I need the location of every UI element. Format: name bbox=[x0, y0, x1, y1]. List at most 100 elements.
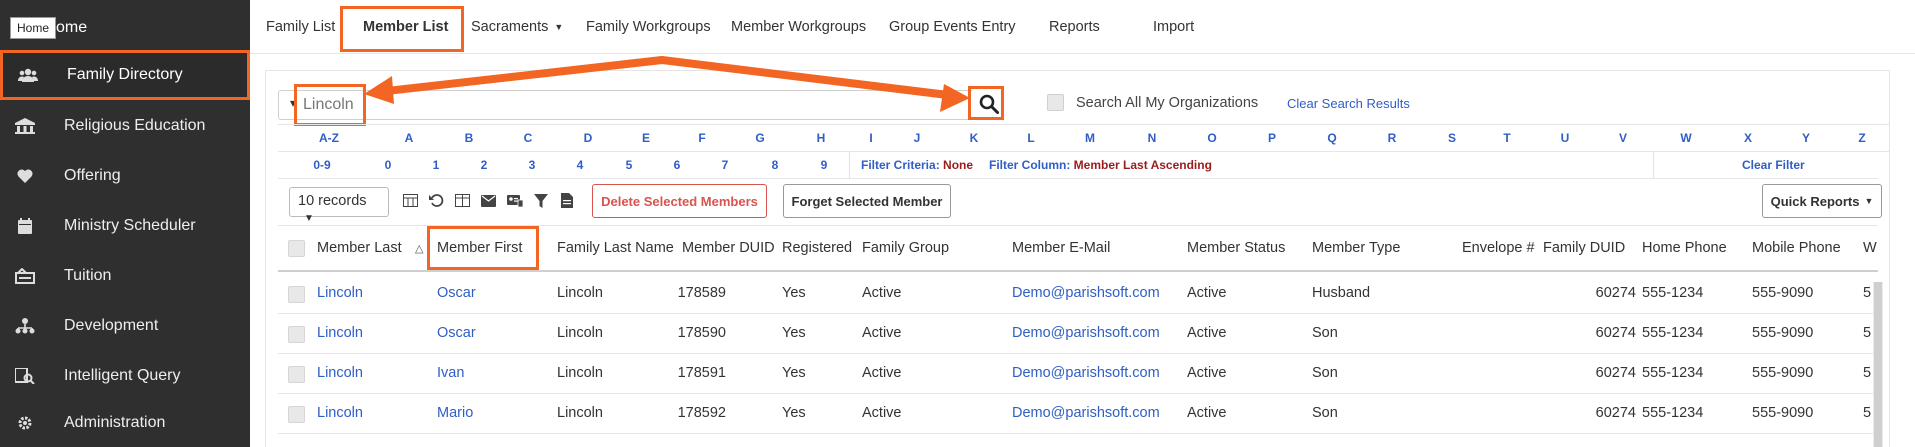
alpha-filter-c[interactable]: C bbox=[524, 131, 533, 145]
columns-icon[interactable] bbox=[402, 192, 419, 209]
cell-member-last[interactable]: Lincoln bbox=[317, 365, 363, 381]
sidebar-item-administration[interactable]: Administration bbox=[0, 398, 250, 447]
tab-import[interactable]: Import bbox=[1153, 0, 1194, 54]
tab-member-workgroups[interactable]: Member Workgroups bbox=[731, 0, 866, 54]
alpha-filter-v[interactable]: V bbox=[1619, 131, 1627, 145]
digit-filter-1[interactable]: 1 bbox=[433, 158, 440, 172]
digit-filter-9[interactable]: 9 bbox=[821, 158, 828, 172]
cell-member-email[interactable]: Demo@parishsoft.com bbox=[1012, 285, 1160, 301]
alpha-filter-k[interactable]: K bbox=[970, 131, 979, 145]
sort-ascending-icon[interactable]: △ bbox=[415, 242, 423, 255]
col-member-email[interactable]: Member E-Mail bbox=[1012, 240, 1110, 256]
cell-member-email[interactable]: Demo@parishsoft.com bbox=[1012, 365, 1160, 381]
alpha-filter-h[interactable]: H bbox=[817, 131, 826, 145]
cell-member-last[interactable]: Lincoln bbox=[317, 405, 363, 421]
row-checkbox[interactable] bbox=[288, 366, 305, 383]
alpha-filter-z[interactable]: Z bbox=[1858, 131, 1865, 145]
alpha-filter-p[interactable]: P bbox=[1268, 131, 1276, 145]
cell-member-last[interactable]: Lincoln bbox=[317, 285, 363, 301]
tab-group-events-entry[interactable]: Group Events Entry bbox=[889, 0, 1016, 54]
search-input[interactable] bbox=[278, 90, 978, 120]
clear-search-results-link[interactable]: Clear Search Results bbox=[1287, 96, 1410, 111]
sidebar-item-development[interactable]: Development bbox=[0, 301, 250, 351]
records-per-page-select[interactable]: 10 records ▼ bbox=[289, 187, 389, 224]
alpha-filter-w[interactable]: W bbox=[1680, 131, 1691, 145]
cell-member-first[interactable]: Oscar bbox=[437, 285, 476, 301]
alpha-filter-o[interactable]: O bbox=[1207, 131, 1216, 145]
cell-member-first[interactable]: Ivan bbox=[437, 365, 464, 381]
col-envelope[interactable]: Envelope # bbox=[1462, 240, 1535, 256]
alpha-filter-d[interactable]: D bbox=[584, 131, 593, 145]
sidebar-item-religious-education[interactable]: Religious Education bbox=[0, 101, 250, 151]
email-icon[interactable] bbox=[480, 192, 497, 209]
digit-filter-7[interactable]: 7 bbox=[722, 158, 729, 172]
undo-icon[interactable] bbox=[428, 192, 445, 209]
row-checkbox[interactable] bbox=[288, 406, 305, 423]
clear-filter-link[interactable]: Clear Filter bbox=[1742, 158, 1805, 172]
alpha-filter-a[interactable]: A bbox=[405, 131, 414, 145]
cell-member-email[interactable]: Demo@parishsoft.com bbox=[1012, 405, 1160, 421]
alpha-filter-i[interactable]: I bbox=[869, 131, 872, 145]
sidebar-item-family-directory[interactable]: Family Directory bbox=[0, 50, 250, 100]
alpha-filter-all[interactable]: A-Z bbox=[319, 131, 339, 145]
sidebar-item-intelligent-query[interactable]: Intelligent Query bbox=[0, 351, 250, 401]
col-registered[interactable]: Registered bbox=[782, 240, 852, 256]
digit-filter-8[interactable]: 8 bbox=[772, 158, 779, 172]
tab-reports[interactable]: Reports bbox=[1049, 0, 1100, 54]
sidebar-item-ministry-scheduler[interactable]: Ministry Scheduler bbox=[0, 201, 250, 251]
alpha-filter-f[interactable]: F bbox=[698, 131, 705, 145]
cell-member-first[interactable]: Oscar bbox=[437, 325, 476, 341]
digit-filter-5[interactable]: 5 bbox=[626, 158, 633, 172]
row-checkbox[interactable] bbox=[288, 286, 305, 303]
col-member-last[interactable]: Member Last bbox=[317, 240, 402, 256]
alpha-filter-s[interactable]: S bbox=[1448, 131, 1456, 145]
digit-filter-4[interactable]: 4 bbox=[577, 158, 584, 172]
col-member-status[interactable]: Member Status bbox=[1187, 240, 1285, 256]
digit-filter-2[interactable]: 2 bbox=[481, 158, 488, 172]
id-card-icon[interactable] bbox=[506, 192, 523, 209]
cell-member-first[interactable]: Mario bbox=[437, 405, 473, 421]
digit-filter-0[interactable]: 0 bbox=[385, 158, 392, 172]
tab-family-list[interactable]: Family List bbox=[266, 0, 335, 54]
search-all-organizations[interactable]: Search All My Organizations bbox=[1047, 94, 1258, 111]
alpha-filter-y[interactable]: Y bbox=[1802, 131, 1810, 145]
search-all-checkbox[interactable] bbox=[1047, 94, 1064, 111]
row-checkbox[interactable] bbox=[288, 326, 305, 343]
alpha-filter-b[interactable]: B bbox=[465, 131, 474, 145]
col-w[interactable]: W bbox=[1863, 240, 1877, 256]
alpha-filter-m[interactable]: M bbox=[1085, 131, 1095, 145]
alpha-filter-j[interactable]: J bbox=[914, 131, 921, 145]
alpha-filter-u[interactable]: U bbox=[1561, 131, 1570, 145]
filter-icon[interactable] bbox=[532, 192, 549, 209]
col-member-duid[interactable]: Member DUID bbox=[682, 240, 775, 256]
col-family-duid[interactable]: Family DUID bbox=[1543, 240, 1625, 256]
col-member-type[interactable]: Member Type bbox=[1312, 240, 1400, 256]
alpha-filter-e[interactable]: E bbox=[642, 131, 650, 145]
document-icon[interactable] bbox=[558, 192, 575, 209]
col-family-last-name[interactable]: Family Last Name bbox=[557, 240, 674, 256]
digit-filter-3[interactable]: 3 bbox=[529, 158, 536, 172]
delete-selected-members-button[interactable]: Delete Selected Members bbox=[592, 184, 767, 218]
alpha-filter-g[interactable]: G bbox=[755, 131, 764, 145]
home-link[interactable]: Home ome bbox=[10, 14, 87, 42]
alpha-filter-r[interactable]: R bbox=[1388, 131, 1397, 145]
sidebar-item-tuition[interactable]: Tuition bbox=[0, 251, 250, 301]
col-family-group[interactable]: Family Group bbox=[862, 240, 949, 256]
select-all-checkbox[interactable] bbox=[288, 240, 305, 257]
digit-filter-all[interactable]: 0-9 bbox=[313, 158, 330, 172]
tab-sacraments[interactable]: Sacraments ▼ bbox=[471, 0, 563, 54]
sidebar-item-offering[interactable]: Offering bbox=[0, 151, 250, 201]
alpha-filter-q[interactable]: Q bbox=[1327, 131, 1336, 145]
cell-member-email[interactable]: Demo@parishsoft.com bbox=[1012, 325, 1160, 341]
alpha-filter-l[interactable]: L bbox=[1027, 131, 1034, 145]
alpha-filter-n[interactable]: N bbox=[1148, 131, 1157, 145]
layout-icon[interactable] bbox=[454, 192, 471, 209]
digit-filter-6[interactable]: 6 bbox=[674, 158, 681, 172]
cell-member-last[interactable]: Lincoln bbox=[317, 325, 363, 341]
quick-reports-button[interactable]: Quick Reports ▼ bbox=[1762, 184, 1882, 218]
alpha-filter-x[interactable]: X bbox=[1744, 131, 1752, 145]
col-mobile-phone[interactable]: Mobile Phone bbox=[1752, 240, 1841, 256]
col-home-phone[interactable]: Home Phone bbox=[1642, 240, 1727, 256]
vertical-scrollbar[interactable] bbox=[1874, 282, 1882, 447]
forget-selected-member-button[interactable]: Forget Selected Member bbox=[783, 184, 951, 218]
